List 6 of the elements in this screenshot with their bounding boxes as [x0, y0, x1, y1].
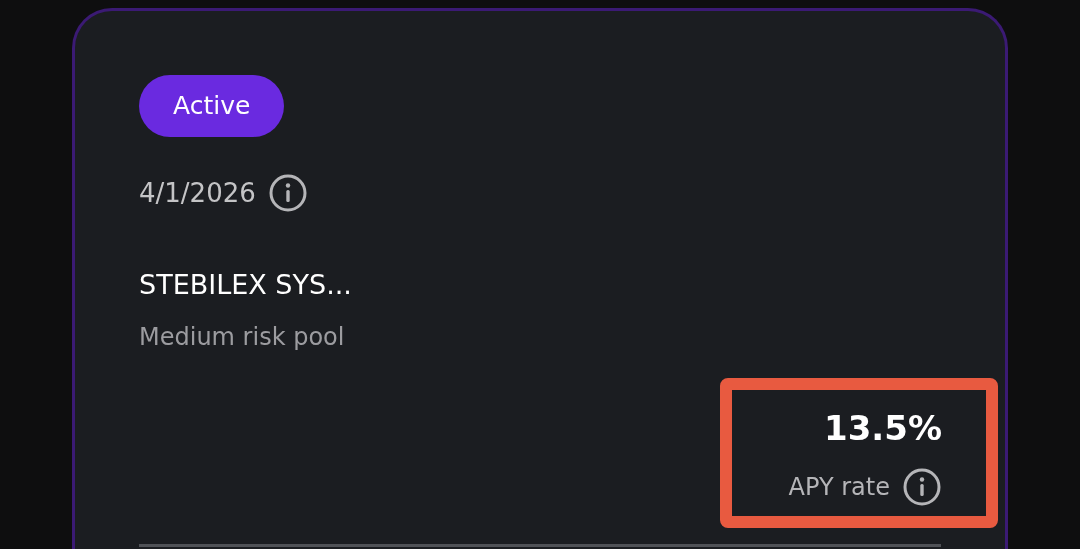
apy-label: APY rate [788, 473, 890, 501]
pool-name: STEBILEX SYS... [139, 268, 353, 302]
pool-date: 4/1/2026 [139, 178, 256, 208]
pool-subtitle: Medium risk pool [139, 322, 346, 353]
status-badge: Active [139, 75, 285, 137]
apy-value: 13.5% [824, 407, 942, 449]
